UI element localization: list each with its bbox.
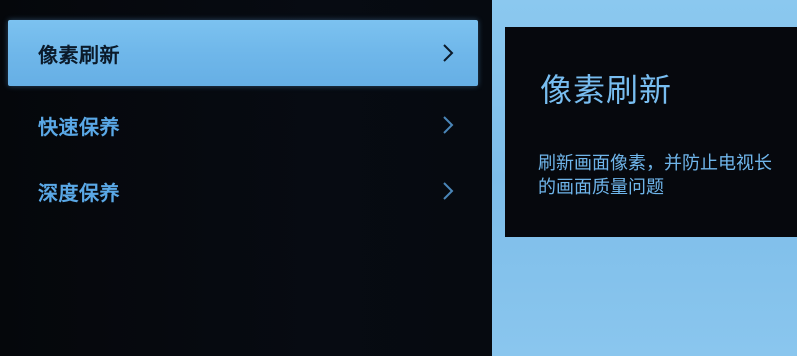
detail-description-line1: 刷新画面像素，并防止电视长 [538,153,772,174]
chevron-right-icon [440,42,456,64]
menu-item-pixel-refresh[interactable]: 像素刷新 [8,20,478,86]
menu-item-quick-maintenance[interactable]: 快速保养 [8,92,478,158]
maintenance-menu: 像素刷新 快速保养 深度保养 [0,0,492,356]
menu-item-label: 快速保养 [38,114,120,139]
menu-item-label: 深度保养 [38,180,120,205]
tv-settings-screen: 像素刷新 快速保养 深度保养 像素刷新 刷新画面像素，并防止电视长 的画面质量问… [0,0,797,356]
chevron-right-icon [440,180,456,202]
menu-item-label: 像素刷新 [38,42,120,67]
detail-title: 像素刷新 [540,71,673,109]
chevron-right-icon [440,114,456,136]
menu-item-deep-maintenance[interactable]: 深度保养 [8,158,478,224]
detail-description: 刷新画面像素，并防止电视长 的画面质量问题 [538,152,797,200]
detail-description-line2: 的画面质量问题 [538,177,664,198]
detail-panel: 像素刷新 刷新画面像素，并防止电视长 的画面质量问题 [505,27,797,237]
